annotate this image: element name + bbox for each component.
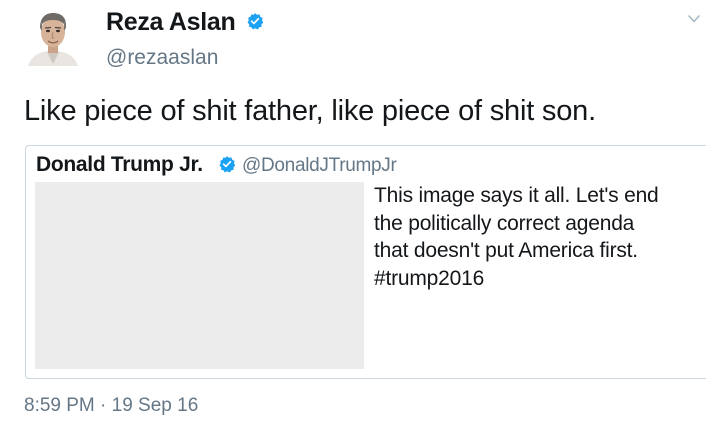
quoted-tweet-text: This image says it all. Let's end the po… <box>374 182 694 292</box>
quoted-author-handle: @DonaldJTrumpJr <box>242 155 397 176</box>
author-name[interactable]: Reza Aslan <box>106 7 236 37</box>
author-handle[interactable]: @rezaaslan <box>106 45 218 71</box>
verified-badge-icon <box>219 156 236 173</box>
verified-badge-icon <box>247 13 264 30</box>
tweet-text: Like piece of shit father, like piece of… <box>24 95 596 127</box>
quoted-text-line: the politically correct agenda <box>374 211 635 235</box>
author-avatar[interactable] <box>24 8 82 66</box>
avatar-portrait <box>24 8 82 66</box>
tweet-card: Reza Aslan @rezaaslan Like piece of shit… <box>0 0 706 428</box>
quoted-media-placeholder[interactable] <box>35 182 364 369</box>
chevron-down-icon[interactable] <box>687 13 701 25</box>
hashtag-link[interactable]: #trump2016 <box>374 265 694 293</box>
quoted-tweet[interactable]: Donald Trump Jr. @DonaldJTrumpJr This im… <box>25 145 706 379</box>
quoted-author-name: Donald Trump Jr. <box>36 153 203 176</box>
quoted-text-line: This image says it all. Let's end <box>374 184 659 207</box>
tweet-timestamp[interactable]: 8:59 PM · 19 Sep 16 <box>24 393 198 419</box>
quoted-text-line: that doesn't put America first. <box>374 239 638 262</box>
